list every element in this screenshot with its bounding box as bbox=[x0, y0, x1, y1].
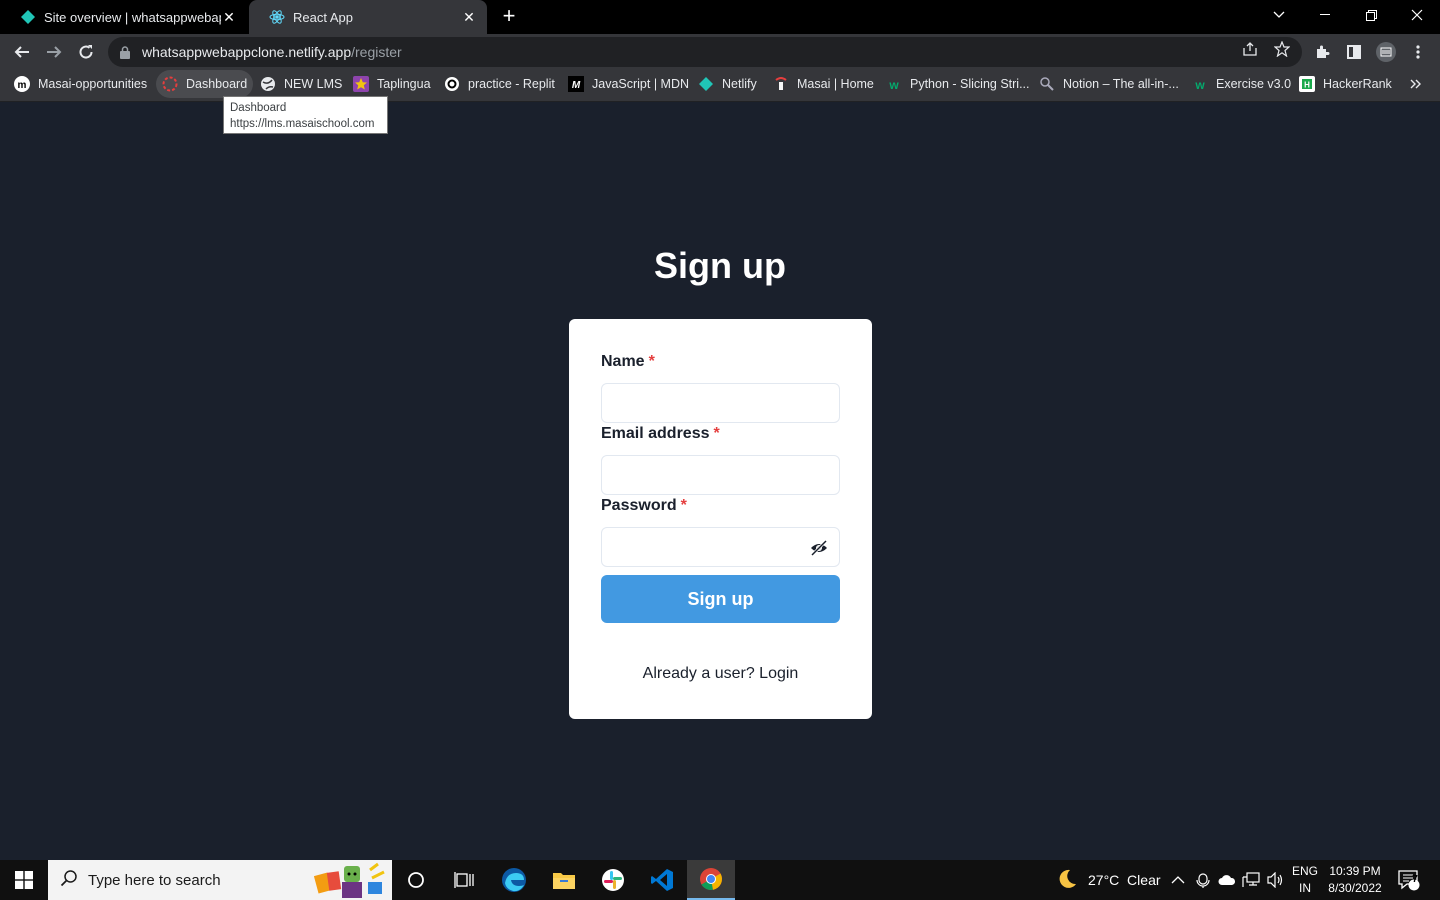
svg-text:m: m bbox=[18, 80, 27, 91]
bookmark-tooltip: Dashboard https://lms.masaischool.com bbox=[223, 96, 388, 134]
name-input[interactable] bbox=[601, 383, 840, 423]
windows-start-button[interactable] bbox=[0, 860, 48, 900]
weather-widget[interactable]: 27°C Clear bbox=[1056, 860, 1161, 900]
password-input[interactable] bbox=[601, 527, 840, 567]
notifications-icon[interactable]: 7 bbox=[1397, 860, 1421, 900]
w3-icon: w bbox=[1192, 76, 1208, 92]
star-icon bbox=[353, 76, 369, 92]
side-panel-icon[interactable] bbox=[1344, 42, 1364, 62]
moon-icon bbox=[1056, 868, 1078, 893]
lock-icon[interactable] bbox=[120, 45, 134, 59]
page-content: Sign up Name * Email address * Password * S… bbox=[0, 103, 1440, 860]
w3-icon: w bbox=[886, 76, 902, 92]
masai-home-icon bbox=[773, 76, 789, 92]
globe-icon bbox=[260, 76, 276, 92]
netlify-icon bbox=[698, 76, 714, 92]
slack-icon[interactable] bbox=[589, 860, 637, 900]
bookmark-taplingua[interactable]: Taplingua bbox=[353, 70, 431, 98]
bookmark-netlify[interactable]: Netlify bbox=[698, 70, 757, 98]
profile-avatar[interactable] bbox=[1376, 42, 1396, 62]
minimize-button[interactable] bbox=[1302, 0, 1348, 30]
tab-react-app[interactable]: React App ✕ bbox=[249, 0, 487, 34]
hackerrank-icon: H bbox=[1299, 76, 1315, 92]
close-icon[interactable]: ✕ bbox=[221, 9, 237, 25]
weather-text: 27°C Clear bbox=[1088, 872, 1161, 888]
bookmark-python-slicing[interactable]: w Python - Slicing Stri... bbox=[886, 70, 1029, 98]
bookmarks-bar: m Masai-opportunities Dashboard NEW LMS … bbox=[0, 70, 1440, 102]
network-icon[interactable] bbox=[1242, 860, 1260, 900]
meet-icon[interactable] bbox=[1196, 860, 1212, 900]
url-text: whatsappwebappclone.netlify.app/register bbox=[142, 44, 402, 60]
close-icon[interactable]: ✕ bbox=[461, 9, 477, 25]
restore-button[interactable] bbox=[1348, 0, 1394, 30]
edge-icon[interactable] bbox=[490, 860, 538, 900]
vscode-icon[interactable] bbox=[638, 860, 686, 900]
bookmark-mdn[interactable]: M JavaScript | MDN bbox=[568, 70, 689, 98]
system-clock[interactable]: 10:39 PM 8/30/2022 bbox=[1322, 863, 1388, 897]
react-icon bbox=[269, 9, 285, 25]
name-label: Name * bbox=[601, 353, 655, 370]
netlify-icon bbox=[20, 9, 36, 25]
onedrive-icon[interactable] bbox=[1218, 860, 1236, 900]
notion-icon bbox=[1039, 76, 1055, 92]
tab-title: React App bbox=[293, 9, 353, 25]
volume-icon[interactable] bbox=[1266, 860, 1284, 900]
svg-text:H: H bbox=[1304, 81, 1310, 90]
svg-text:w: w bbox=[888, 78, 899, 92]
taskbar-search[interactable]: Type here to search bbox=[48, 860, 392, 900]
reload-button[interactable] bbox=[72, 38, 100, 66]
tab-title: Site overview | whatsappwebapp bbox=[44, 9, 221, 25]
file-explorer-icon[interactable] bbox=[540, 860, 588, 900]
bookmark-replit[interactable]: practice - Replit bbox=[444, 70, 555, 98]
bookmark-notion[interactable]: Notion – The all-in-... bbox=[1039, 70, 1179, 98]
signup-button[interactable]: Sign up bbox=[601, 575, 840, 623]
bookmark-masai-home[interactable]: Masai | Home bbox=[773, 70, 874, 98]
password-label: Password * bbox=[601, 497, 687, 514]
tab-site-overview[interactable]: Site overview | whatsappwebapp ✕ bbox=[0, 0, 247, 34]
signup-card: Name * Email address * Password * Sign up A… bbox=[569, 319, 872, 719]
cortana-icon[interactable] bbox=[392, 860, 440, 900]
bookmark-exercise[interactable]: w Exercise v3.0 bbox=[1192, 70, 1291, 98]
eye-slash-icon[interactable] bbox=[809, 538, 829, 558]
tab-search-icon[interactable] bbox=[1256, 0, 1302, 30]
svg-text:M: M bbox=[572, 80, 581, 91]
mdn-icon: M bbox=[568, 76, 584, 92]
close-window-button[interactable] bbox=[1394, 0, 1440, 30]
new-tab-button[interactable]: + bbox=[498, 5, 520, 28]
taskbar: Type here to search 27°C Clear ENG IN 10… bbox=[0, 860, 1440, 900]
search-highlight-icon bbox=[313, 862, 388, 900]
menu-icon[interactable] bbox=[1408, 42, 1428, 62]
show-hidden-icons-icon[interactable] bbox=[1171, 860, 1185, 900]
dashboard-icon bbox=[162, 76, 178, 92]
page-title: Sign up bbox=[654, 245, 786, 286]
search-icon bbox=[60, 869, 78, 892]
login-link[interactable]: Already a user? Login bbox=[569, 665, 872, 683]
back-button[interactable] bbox=[8, 38, 36, 66]
bookmark-dashboard[interactable]: Dashboard bbox=[156, 70, 254, 98]
email-label: Email address * bbox=[601, 425, 720, 442]
replit-icon bbox=[444, 76, 460, 92]
masai-icon: m bbox=[14, 76, 30, 92]
language-indicator[interactable]: ENG IN bbox=[1291, 863, 1319, 897]
email-input[interactable] bbox=[601, 455, 840, 495]
address-bar[interactable]: whatsappwebappclone.netlify.app/register bbox=[108, 37, 1302, 67]
more-bookmarks-icon[interactable] bbox=[1410, 70, 1422, 98]
browser-toolbar: whatsappwebappclone.netlify.app/register bbox=[0, 34, 1440, 70]
task-view-icon[interactable] bbox=[440, 860, 488, 900]
bookmark-new-lms[interactable]: NEW LMS bbox=[260, 70, 342, 98]
bookmark-masai-opportunities[interactable]: m Masai-opportunities bbox=[14, 70, 147, 98]
share-icon[interactable] bbox=[1242, 41, 1258, 57]
svg-text:w: w bbox=[1194, 78, 1205, 92]
search-placeholder: Type here to search bbox=[88, 871, 221, 889]
chrome-icon[interactable] bbox=[687, 860, 735, 900]
bookmark-star-icon[interactable] bbox=[1274, 41, 1290, 57]
forward-button[interactable] bbox=[40, 38, 68, 66]
bookmark-hackerrank[interactable]: H HackerRank bbox=[1299, 70, 1392, 98]
notification-count: 7 bbox=[1412, 874, 1418, 885]
extensions-icon[interactable] bbox=[1312, 42, 1332, 62]
tab-strip: Site overview | whatsappwebapp ✕ React A… bbox=[0, 0, 1440, 34]
